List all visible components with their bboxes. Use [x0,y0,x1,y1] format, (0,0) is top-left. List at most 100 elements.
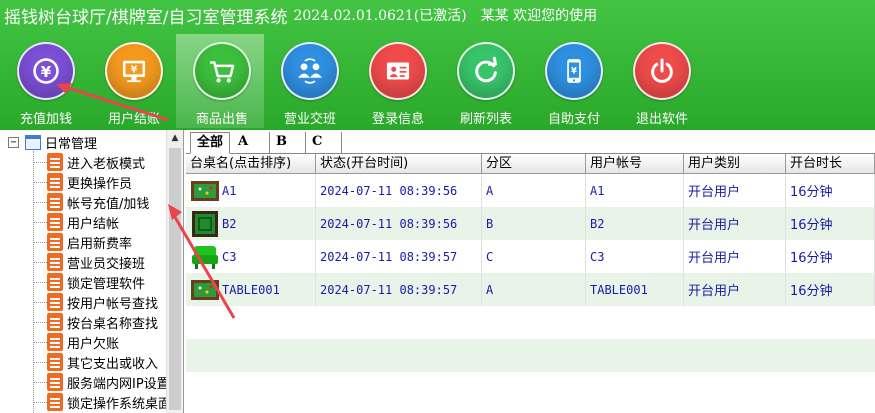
svg-text:¥: ¥ [571,67,577,77]
cell-account: C3 [586,240,684,273]
cell-status: 2024-07-11 08:39:56 [316,174,482,207]
cell-user-type: 开台用户 [684,207,786,240]
self-pay-button-label: 自助支付 [547,112,600,127]
mahjong-table-icon [192,210,218,237]
tree-item-find-by-account[interactable]: 按用户帐号查找 [33,292,158,312]
refresh-list-button-label: 刷新列表 [459,112,512,127]
monitor-yen-icon: ¥ [105,42,163,100]
document-icon [47,213,63,231]
shopping-cart-icon [193,42,251,100]
tree-item-find-by-table[interactable]: 按台桌名称查找 [33,312,158,332]
self-pay-button[interactable]: ¥ 自助支付 [528,34,616,128]
function-tree: − 日常管理 进入老板模式 更换操作员 帐号充值/加钱 用户结帐 启用新费率 营… [0,130,184,413]
tree-item-boss-mode[interactable]: 进入老板模式 [33,152,145,172]
document-icon [47,293,63,311]
cell-zone: C [482,240,586,273]
tree-item-user-debt[interactable]: 用户欠账 [33,332,119,352]
tab-c[interactable]: C [306,132,342,154]
col-user-type[interactable]: 用户类别 [684,154,786,174]
cell-table-name: A1 [186,174,316,207]
col-status[interactable]: 状态(开台时间) [316,154,482,174]
login-info-button-label: 登录信息 [371,112,424,127]
cell-account: A1 [586,174,684,207]
table-header: 台桌名(点击排序) 状态(开台时间) 分区 用户帐号 用户类别 开台时长 [186,154,875,174]
empty-row [186,306,875,339]
cell-duration: 16分钟 [786,207,875,240]
cell-table-name: TABLE001 [186,273,316,306]
table-panel: 全部 A B C 台桌名(点击排序) 状态(开台时间) 分区 用户帐号 用户类别… [186,130,875,413]
tree-item-user-checkout[interactable]: 用户结帐 [33,212,119,232]
cell-status: 2024-07-11 08:39:57 [316,273,482,306]
phone-pay-icon: ¥ [545,42,603,100]
main-toolbar: ¥ 充值加钱 ¥ 用户结账 商品出售 营业交班 登录信息 刷新列表 ¥ 自助支付… [0,34,875,128]
scroll-up-icon[interactable]: ▲ [167,130,183,147]
document-icon [47,193,63,211]
empty-row [186,372,875,405]
login-info-button[interactable]: 登录信息 [352,34,440,128]
refresh-icon [457,42,515,100]
document-icon [47,353,63,371]
cell-user-type: 开台用户 [684,240,786,273]
document-icon [47,373,63,391]
yen-coin-icon: ¥ [17,42,75,100]
tab-all[interactable]: 全部 [190,132,231,154]
cell-account: TABLE001 [586,273,684,306]
checkout-button[interactable]: ¥ 用户结账 [88,34,176,128]
document-icon [47,313,63,331]
document-icon [47,173,63,191]
tree-item-shift-handover[interactable]: 营业员交接班 [33,252,145,272]
cell-zone: A [482,174,586,207]
col-zone[interactable]: 分区 [482,154,586,174]
tab-b[interactable]: B [270,132,306,154]
checkout-button-label: 用户结账 [107,112,160,127]
recharge-button[interactable]: ¥ 充值加钱 [0,34,88,128]
pool-table-icon [191,180,219,201]
tab-a[interactable]: A [232,132,270,154]
svg-text:¥: ¥ [41,63,52,81]
document-icon [47,153,63,171]
exit-software-button-label: 退出软件 [635,112,688,127]
recharge-button-label: 充值加钱 [19,112,72,127]
shift-handover-button[interactable]: 营业交班 [264,34,352,128]
app-version: 2024.02.01.0621(已激活) [293,8,467,24]
refresh-list-button[interactable]: 刷新列表 [440,34,528,128]
power-icon [633,42,691,100]
table-row[interactable]: TABLE001 2024-07-11 08:39:57 A TABLE001 … [186,273,875,306]
col-account[interactable]: 用户帐号 [586,154,684,174]
tree-scrollbar[interactable]: ▲ [166,130,183,413]
zone-tabs: 全部 A B C [186,130,875,154]
cell-zone: A [482,273,586,306]
tree-root-daily-management[interactable]: − 日常管理 [0,133,98,152]
cell-user-type: 开台用户 [684,273,786,306]
tree-item-change-operator[interactable]: 更换操作员 [33,172,132,192]
scrollbar-thumb[interactable] [169,148,181,410]
cell-table-name: B2 [186,207,316,240]
tree-item-lock-desktop[interactable]: 锁定操作系统桌面 [33,392,171,412]
tree-item-lock-software[interactable]: 锁定管理软件 [33,272,145,292]
col-table-name[interactable]: 台桌名(点击排序) [186,154,316,174]
exit-software-button[interactable]: 退出软件 [616,34,704,128]
sell-goods-button[interactable]: 商品出售 [176,34,264,128]
title-bar: 摇钱树台球厅/棋牌室/自习室管理系统 2024.02.01.0621(已激活) … [0,0,875,30]
tree-root-label: 日常管理 [45,136,98,152]
cell-zone: B [482,207,586,240]
users-exchange-icon [281,42,339,100]
tree-item-server-ip[interactable]: 服务端内网IP设置 [33,372,170,392]
tree-item-new-rate[interactable]: 启用新费率 [33,232,132,252]
table-row[interactable]: A1 2024-07-11 08:39:56 A A1 开台用户 16分钟 [186,174,875,207]
collapse-icon[interactable]: − [8,136,19,148]
shift-handover-button-label: 营业交班 [283,112,336,127]
col-duration[interactable]: 开台时长 [786,154,875,174]
cell-duration: 16分钟 [786,174,875,207]
tree-item-account-recharge[interactable]: 帐号充值/加钱 [33,192,149,212]
table-row[interactable]: B2 2024-07-11 08:39:56 B B2 开台用户 16分钟 [186,207,875,240]
sell-goods-button-label: 商品出售 [195,112,248,127]
document-icon [47,393,63,411]
table-list: 台桌名(点击排序) 状态(开台时间) 分区 用户帐号 用户类别 开台时长 A1 … [186,154,875,405]
app-title: 摇钱树台球厅/棋牌室/自习室管理系统 [4,7,288,28]
table-row[interactable]: C3 2024-07-11 08:39:57 C C3 开台用户 16分钟 [186,240,875,273]
user-greeting: 某某 欢迎您的使用 [480,8,598,24]
empty-row [186,339,875,372]
tree-item-other-income[interactable]: 其它支出或收入 [33,352,158,372]
document-icon [47,333,63,351]
